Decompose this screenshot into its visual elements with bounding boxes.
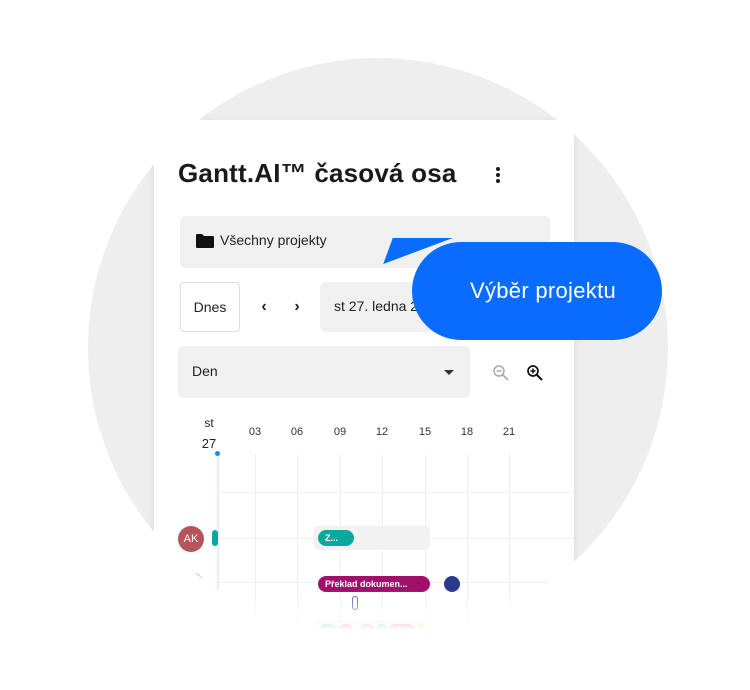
task-bar[interactable] [338,624,354,638]
current-time-marker [215,451,220,456]
task-bar[interactable] [444,576,460,592]
task-bar[interactable]: C [318,624,338,638]
task-label: Překlad dokumen... [325,579,408,589]
task-bar[interactable]: T [358,624,376,638]
task-bar[interactable] [376,624,388,638]
task-label: Z... [325,533,338,543]
task-bar[interactable]: Překlad dokumen... [318,576,430,592]
hour-label: 21 [502,426,516,438]
chevron-right-icon[interactable]: › [289,298,305,316]
hour-label: 03 [248,426,262,438]
zoom-in-icon[interactable] [526,364,544,382]
current-time-line [217,453,219,638]
hour-label: 15 [418,426,432,438]
avatar-initials: AK [183,533,199,545]
folder-icon [196,234,214,248]
task-bar[interactable] [212,530,218,546]
task-label: T [364,627,370,637]
task-label: K... [394,627,409,637]
task-label: C [324,627,331,637]
date-value: st 27. ledna 2 [334,298,419,314]
background-circle: Gantt.AI™ časová osa Všechny projekty Dn… [88,58,668,638]
day-name: st [204,416,214,430]
zoom-out-icon[interactable] [492,364,510,382]
chevron-left-icon[interactable]: ‹ [256,298,272,316]
page-title: Gantt.AI™ časová osa [178,158,457,188]
today-button[interactable]: Dnes [180,282,240,332]
day-number: 27 [201,436,217,451]
view-select-value: Den [192,363,218,379]
milestone-marker[interactable] [352,596,358,610]
avatar[interactable]: AK [178,526,204,552]
task-bar[interactable]: Z... [318,530,354,546]
timeline-card: Gantt.AI™ časová osa Všechny projekty Dn… [154,120,574,638]
hour-label: 12 [375,426,389,438]
hour-label: 09 [333,426,347,438]
hour-label: 18 [460,426,474,438]
caret-down-icon [444,370,454,375]
project-selector-label: Všechny projekty [220,232,327,248]
callout-bubble: Výběr projektu [412,242,662,340]
view-select[interactable]: Den [178,346,470,398]
task-bar[interactable] [416,624,426,638]
more-vertical-icon[interactable] [491,164,505,186]
avatar-photo[interactable] [178,572,204,598]
task-bar[interactable]: K... [388,624,416,638]
hour-label: 06 [290,426,304,438]
callout-text: Výběr projektu [469,278,617,303]
